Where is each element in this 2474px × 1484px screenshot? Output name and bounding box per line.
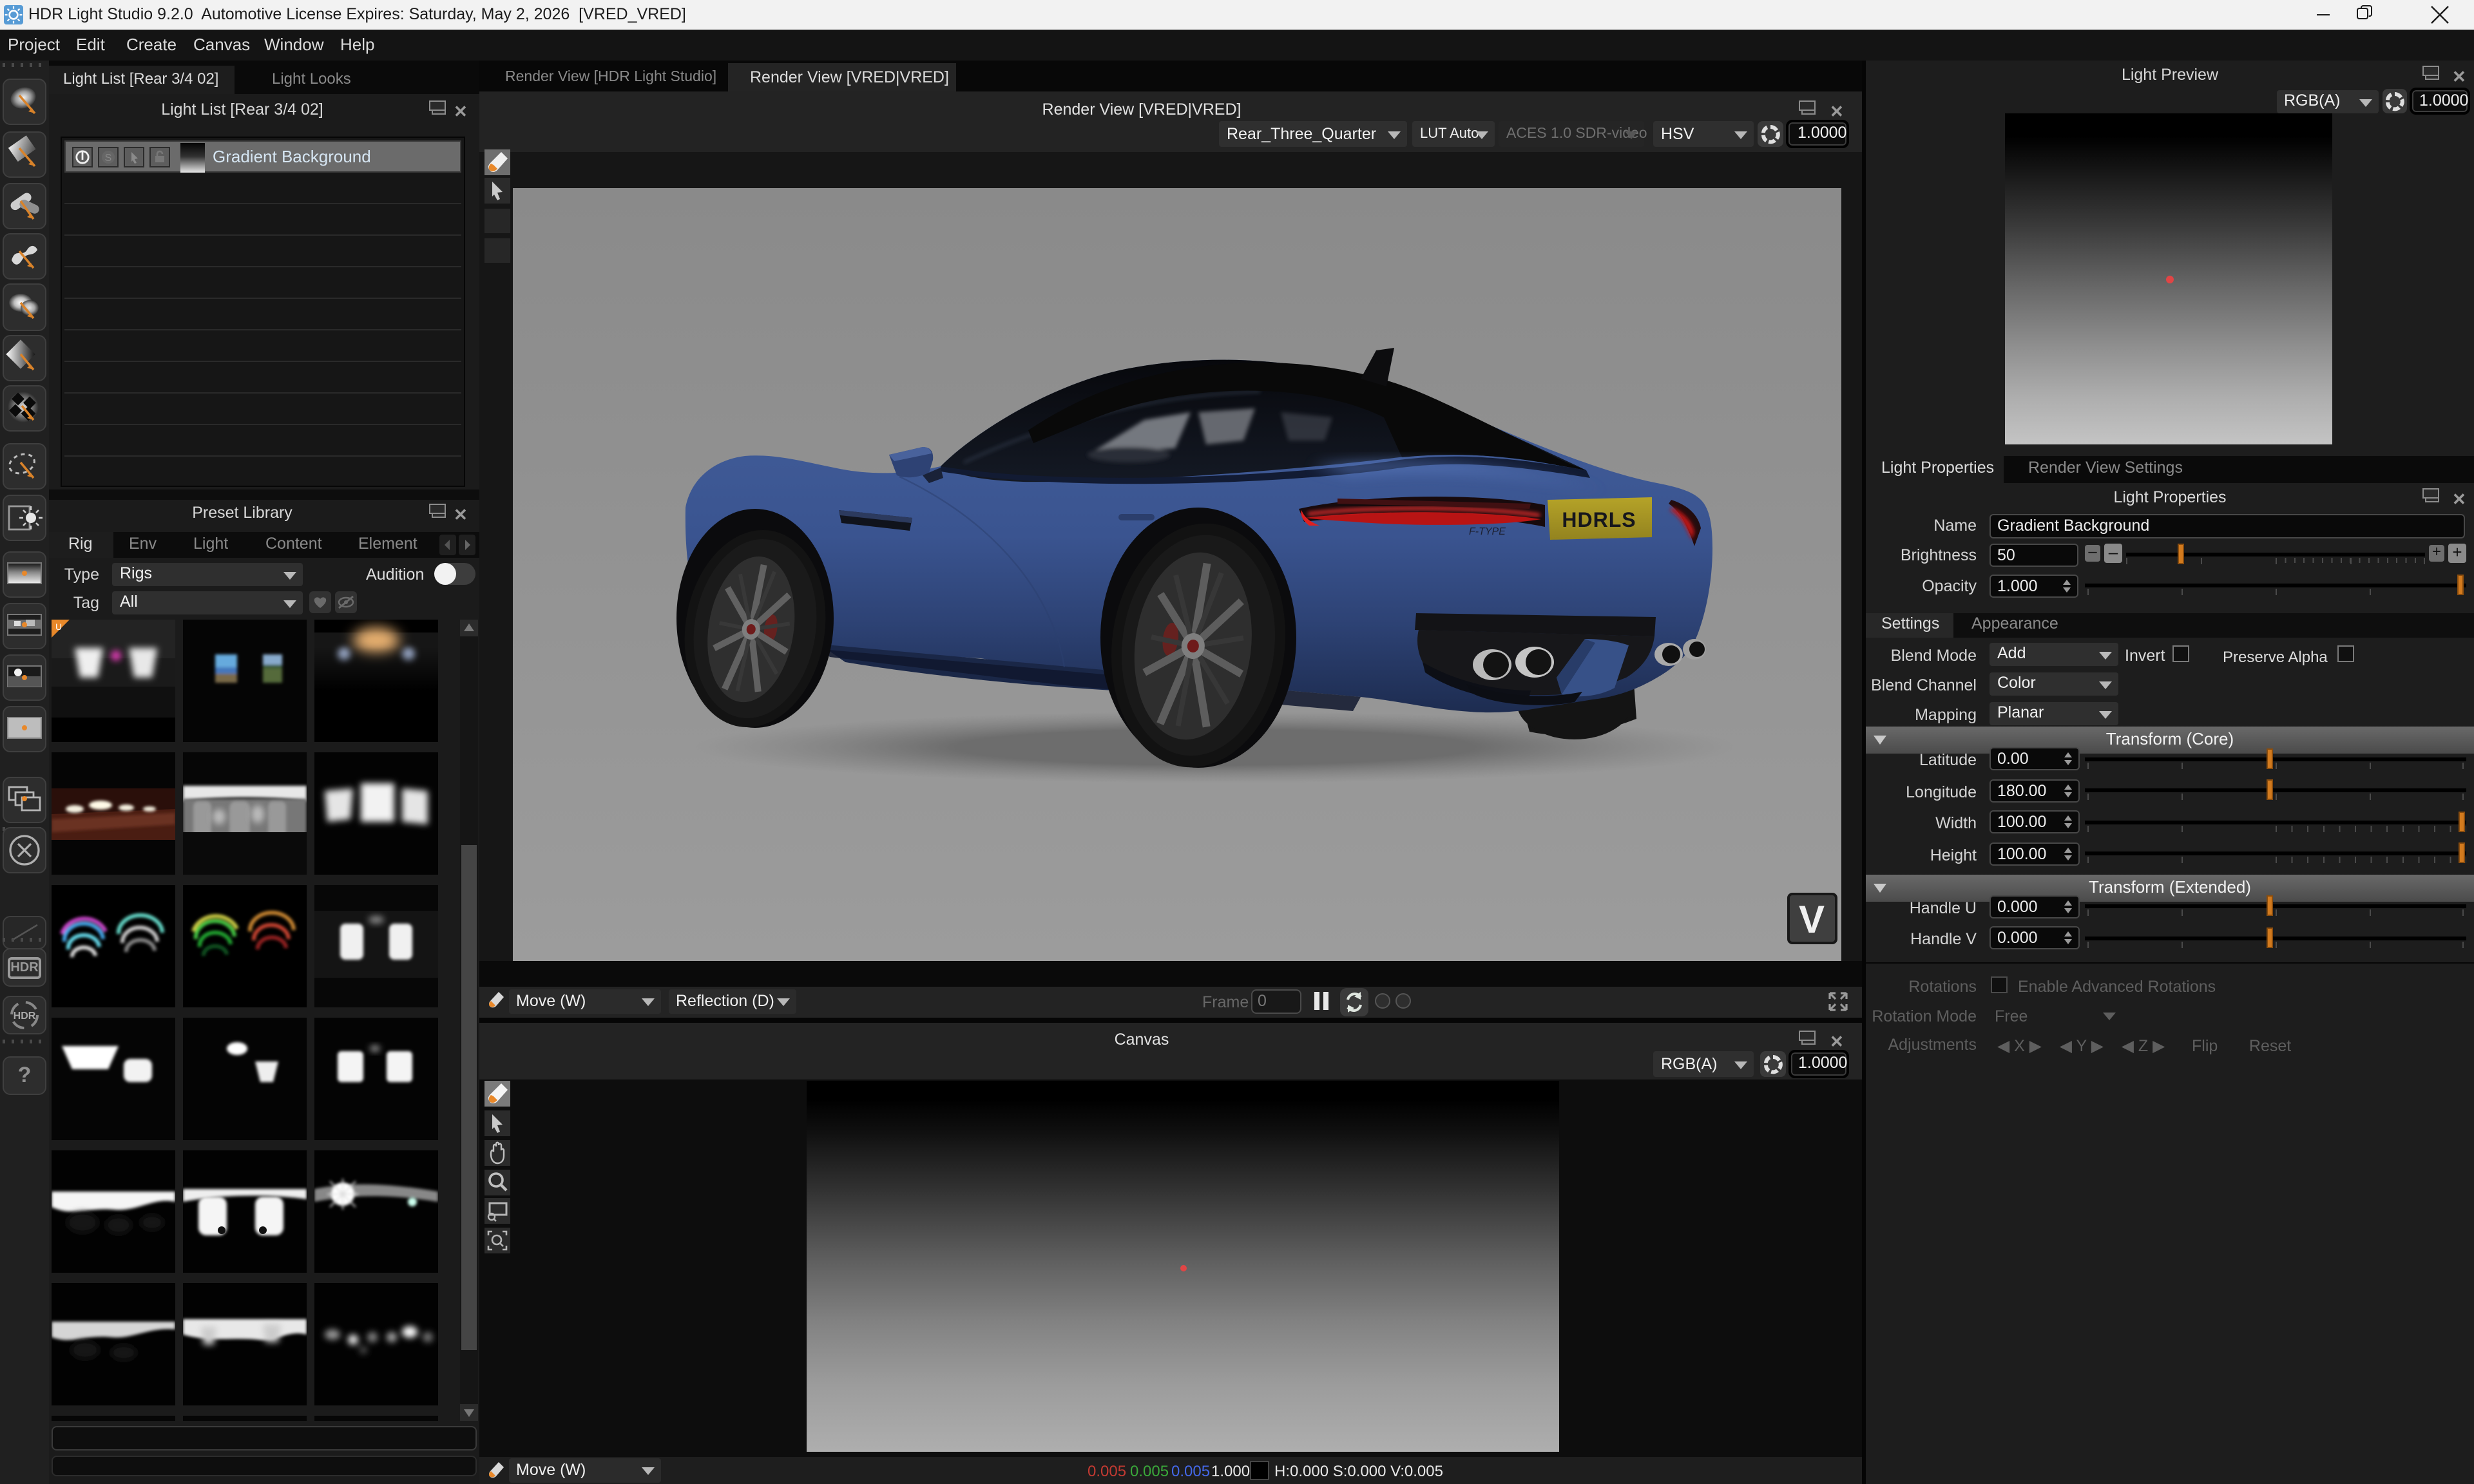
svg-text:F-TYPE: F-TYPE (1468, 526, 1505, 537)
svg-text:V: V (1798, 898, 1824, 941)
svg-text:S: S (105, 153, 112, 164)
svg-text:U: U (55, 622, 62, 632)
svg-text:HDR: HDR (14, 1011, 36, 1022)
svg-text:HDRLS: HDRLS (1561, 508, 1635, 531)
